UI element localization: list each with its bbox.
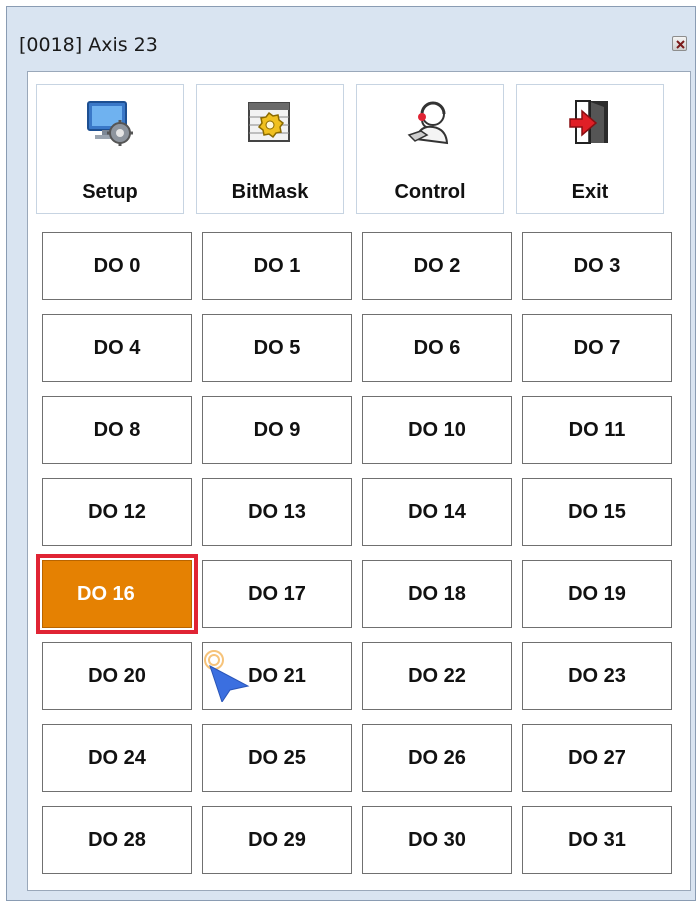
do-28-button[interactable]: DO 28 [42,806,192,874]
do-10-button[interactable]: DO 10 [362,396,512,464]
close-button[interactable] [672,36,687,51]
do-17-button[interactable]: DO 17 [202,560,352,628]
do-21-button[interactable]: DO 21 [202,642,352,710]
do-23-button[interactable]: DO 23 [522,642,672,710]
do-6-button[interactable]: DO 6 [362,314,512,382]
do-27-button[interactable]: DO 27 [522,724,672,792]
window-title: [0018] Axis 23 [19,34,158,56]
do-4-button[interactable]: DO 4 [42,314,192,382]
setup-icon [87,101,133,146]
do-30-button[interactable]: DO 30 [362,806,512,874]
control-label: Control [394,181,466,203]
do-25-button[interactable]: DO 25 [202,724,352,792]
do-24-button[interactable]: DO 24 [42,724,192,792]
setup-button[interactable]: Setup [36,84,184,214]
do-18-button[interactable]: DO 18 [362,560,512,628]
exit-label: Exit [571,181,609,203]
do-8-button[interactable]: DO 8 [42,396,192,464]
setup-label: Setup [82,181,138,203]
do-3-button[interactable]: DO 3 [522,232,672,300]
do-26-button[interactable]: DO 26 [362,724,512,792]
do-15-button[interactable]: DO 15 [522,478,672,546]
title-bar: [0018] Axis 23 [7,7,695,71]
do-11-button[interactable]: DO 11 [522,396,672,464]
control-button[interactable]: Control [356,84,504,214]
do-20-button[interactable]: DO 20 [42,642,192,710]
do-22-button[interactable]: DO 22 [362,642,512,710]
do-14-button[interactable]: DO 14 [362,478,512,546]
do-19-button[interactable]: DO 19 [522,560,672,628]
dialog-window: [0018] Axis 23 Setup BitMask Control Exi… [6,6,696,901]
do-1-button[interactable]: DO 1 [202,232,352,300]
bitmask-icon [248,102,290,142]
do-2-button[interactable]: DO 2 [362,232,512,300]
do-9-button[interactable]: DO 9 [202,396,352,464]
do-29-button[interactable]: DO 29 [202,806,352,874]
bitmask-label: BitMask [231,181,309,203]
close-icon [676,40,685,49]
exit-button[interactable]: Exit [516,84,664,214]
bitmask-button[interactable]: BitMask [196,84,344,214]
do-0-button[interactable]: DO 0 [42,232,192,300]
client-area: Setup BitMask Control Exit DO 0 DO 1 DO … [27,71,691,891]
control-icon [407,101,449,145]
do-12-button[interactable]: DO 12 [42,478,192,546]
do-13-button[interactable]: DO 13 [202,478,352,546]
exit-icon [569,100,608,144]
do-7-button[interactable]: DO 7 [522,314,672,382]
do-5-button[interactable]: DO 5 [202,314,352,382]
do-16-button[interactable]: DO 16 [36,554,198,634]
do-31-button[interactable]: DO 31 [522,806,672,874]
